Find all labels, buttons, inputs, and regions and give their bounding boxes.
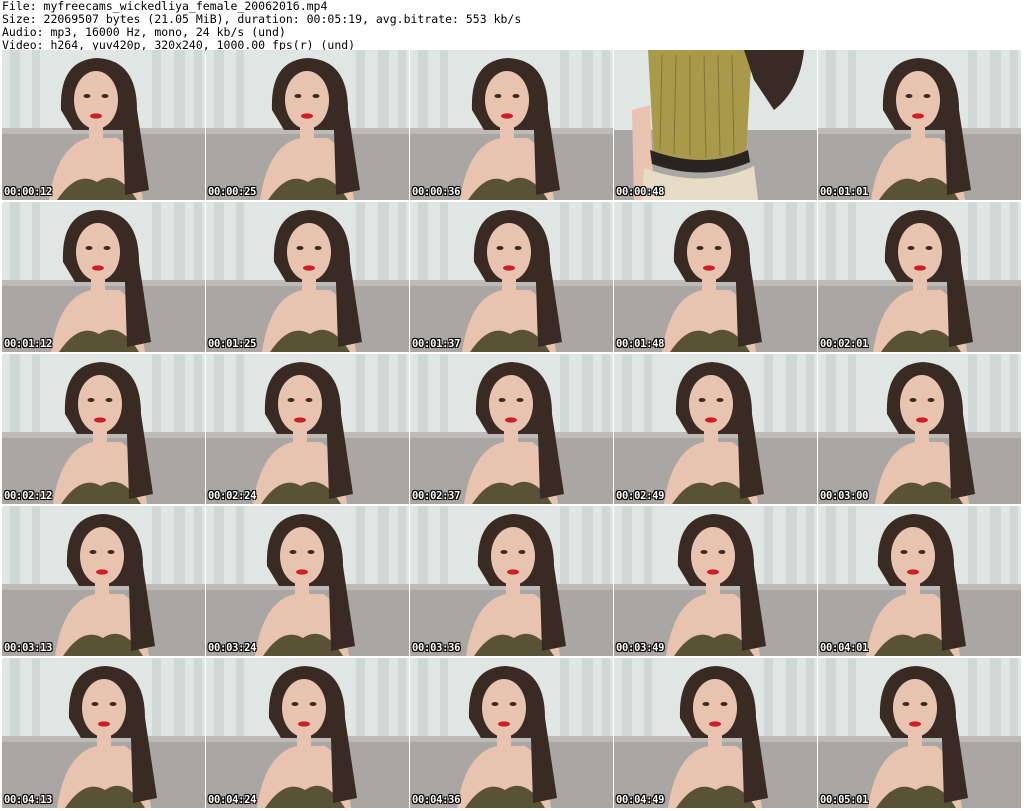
- thumbnail-frame: 00:05:01: [818, 658, 1021, 808]
- thumbnail-timestamp: 00:04:24: [208, 794, 257, 806]
- thumbnail-frame: 00:03:36: [410, 506, 613, 656]
- thumbnail-timestamp: 00:02:24: [208, 490, 257, 502]
- thumbnail-timestamp: 00:01:01: [820, 186, 869, 198]
- thumbnail-frame: 00:02:01: [818, 202, 1021, 352]
- thumbnail-frame: 00:01:01: [818, 50, 1021, 200]
- thumbnail-frame: 00:04:49: [614, 658, 817, 808]
- thumbnail-frame: 00:04:13: [2, 658, 205, 808]
- thumbnail-timestamp: 00:03:36: [412, 642, 461, 654]
- thumbnail-frame: 00:01:12: [2, 202, 205, 352]
- thumbnail-frame: 00:04:36: [410, 658, 613, 808]
- thumbnail-frame: 00:02:37: [410, 354, 613, 504]
- thumbnail-frame: 00:03:13: [2, 506, 205, 656]
- thumbnail-timestamp: 00:01:37: [412, 338, 461, 350]
- thumbnail-timestamp: 00:02:37: [412, 490, 461, 502]
- thumbnail-frame: 00:04:24: [206, 658, 409, 808]
- thumbnail-timestamp: 00:03:13: [4, 642, 53, 654]
- thumbnail-frame: 00:00:25: [206, 50, 409, 200]
- thumbnail-frame: 00:02:49: [614, 354, 817, 504]
- thumbnail-frame: 00:03:49: [614, 506, 817, 656]
- thumbnail-timestamp: 00:00:25: [208, 186, 257, 198]
- thumbnail-timestamp: 00:00:48: [616, 186, 665, 198]
- thumbnail-timestamp: 00:02:01: [820, 338, 869, 350]
- thumbnail-frame: 00:01:25: [206, 202, 409, 352]
- thumbnail-timestamp: 00:01:25: [208, 338, 257, 350]
- thumbnail-frame: 00:02:24: [206, 354, 409, 504]
- thumbnail-timestamp: 00:04:13: [4, 794, 53, 806]
- thumbnail-timestamp: 00:03:49: [616, 642, 665, 654]
- thumbnail-timestamp: 00:01:48: [616, 338, 665, 350]
- thumbnail-timestamp: 00:02:12: [4, 490, 53, 502]
- file-info-header: File: myfreecams_wickedliya_female_20062…: [2, 0, 521, 52]
- thumbnail-timestamp: 00:01:12: [4, 338, 53, 350]
- thumbnail-frame: 00:01:37: [410, 202, 613, 352]
- thumbnail-frame: 00:00:12: [2, 50, 205, 200]
- thumbnail-timestamp: 00:05:01: [820, 794, 869, 806]
- thumbnail-timestamp: 00:04:01: [820, 642, 869, 654]
- thumbnail-timestamp: 00:03:00: [820, 490, 869, 502]
- thumbnail-frame: 00:02:12: [2, 354, 205, 504]
- thumbnail-timestamp: 00:00:12: [4, 186, 53, 198]
- thumbnail-frame: 00:03:24: [206, 506, 409, 656]
- thumbnail-grid: 00:00:12 00:00:25 00:00:36 00:00:48 00:0…: [2, 50, 1021, 808]
- thumbnail-frame: 00:00:36: [410, 50, 613, 200]
- thumbnail-timestamp: 00:04:36: [412, 794, 461, 806]
- thumbnail-frame: 00:00:48: [614, 50, 817, 200]
- thumbnail-frame: 00:01:48: [614, 202, 817, 352]
- thumbnail-frame: 00:03:00: [818, 354, 1021, 504]
- thumbnail-frame: 00:04:01: [818, 506, 1021, 656]
- thumbnail-timestamp: 00:03:24: [208, 642, 257, 654]
- thumbnail-timestamp: 00:02:49: [616, 490, 665, 502]
- thumbnail-timestamp: 00:00:36: [412, 186, 461, 198]
- thumbnail-timestamp: 00:04:49: [616, 794, 665, 806]
